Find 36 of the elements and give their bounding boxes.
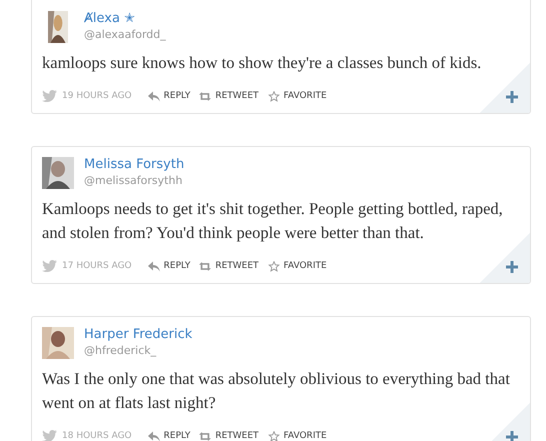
tweet-action[interactable]: RETWEET [199,430,259,441]
star-icon [268,430,280,441]
plus-icon [506,261,518,273]
bird-icon [42,430,57,441]
bird-icon [42,90,57,102]
tweet-action[interactable]: FAVORITE [268,430,327,441]
reply-icon [148,90,160,102]
tweet-action[interactable]: RETWEET [199,90,259,102]
user-handle: @hfrederick_ [84,343,158,359]
reply-icon [148,430,160,441]
tweet-action[interactable]: REPLY [148,430,190,441]
tweet-text: Kamloops needs to get it's shit together. People getting bottled, raped, and stolen from? You'd think people were better than that. [42,198,504,244]
tweet-time: 17 HOURS AGO [62,261,132,271]
tweet-text: kamloops sure knows how to show they're a classes bunch of kids. [42,52,482,74]
user-name[interactable]: Ⱥlexa ✭ [84,11,166,27]
user-handle: @alexaafordd_ [84,27,166,43]
bird-icon [42,260,57,272]
tweet-time: 18 HOURS AGO [62,431,132,441]
tweet-action[interactable]: FAVORITE [268,260,327,272]
tweet-action[interactable]: FAVORITE [268,90,327,102]
tweet-text: Was I the only one that was absolutely oblivious to everything bad that went on at flats last night? [42,368,511,414]
retweet-icon [199,430,212,441]
star-icon [268,260,280,272]
user-name[interactable]: Harper Frederick [84,327,192,343]
reply-icon [148,260,160,272]
user-handle: @melissaforsythh [84,173,184,189]
tweet-action[interactable]: RETWEET [199,260,259,272]
tweet-time: 19 HOURS AGO [62,91,132,101]
plus-icon [506,431,518,441]
tweet-action[interactable]: REPLY [148,90,190,102]
user-name[interactable]: Melissa Forsyth [84,157,184,173]
retweet-icon [199,90,212,102]
tweet-action[interactable]: REPLY [148,260,190,272]
plus-icon [506,91,518,103]
retweet-icon [199,260,212,272]
star-icon [268,90,280,102]
